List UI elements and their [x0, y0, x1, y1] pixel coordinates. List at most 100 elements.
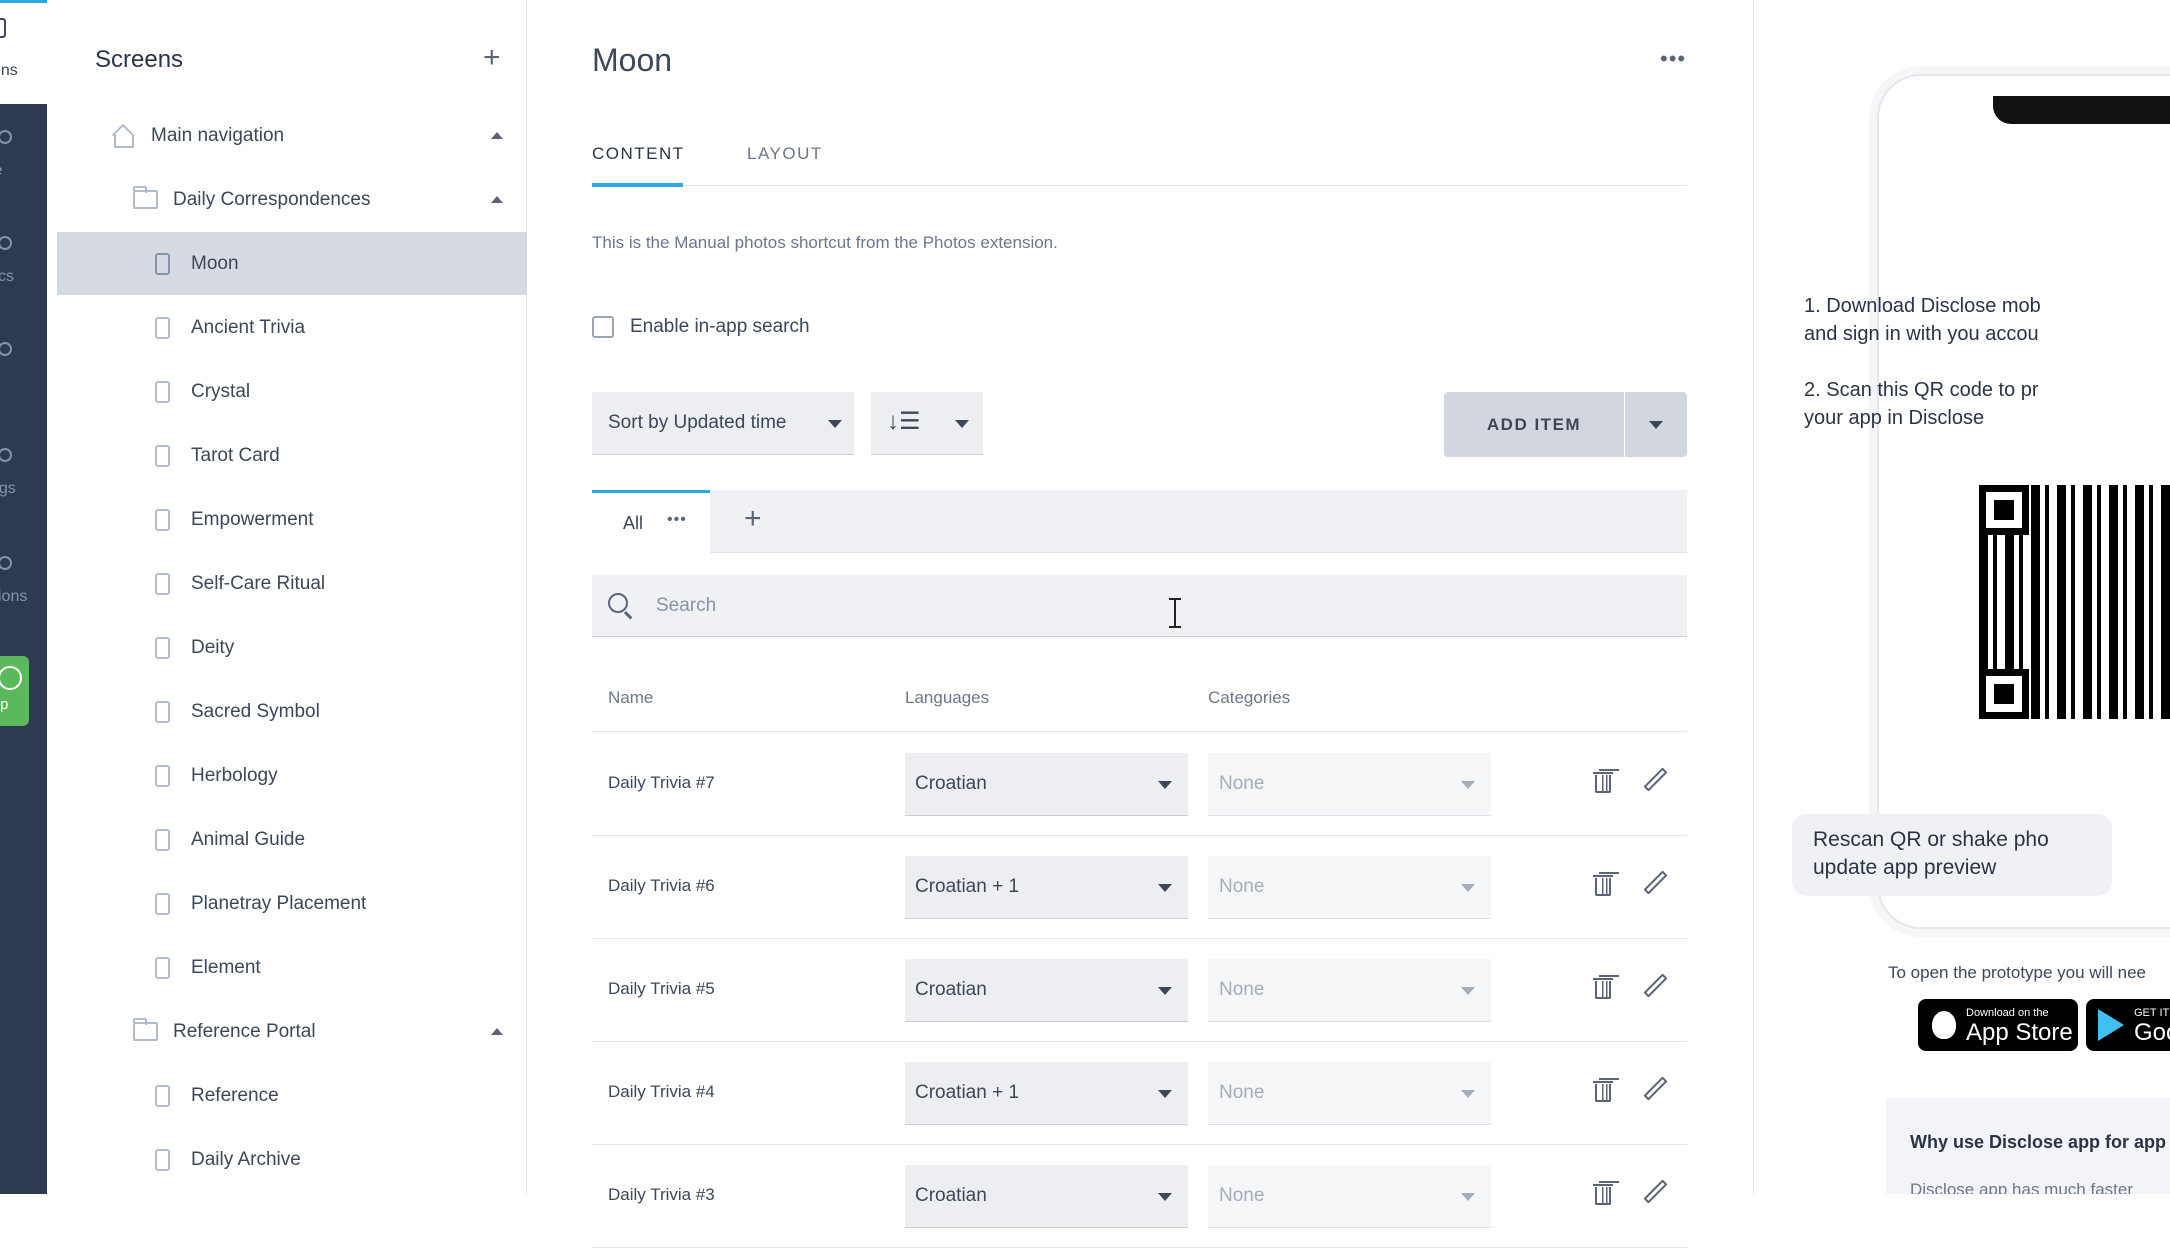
delete-icon[interactable]: [1593, 1078, 1613, 1102]
rescan-line-1: Rescan QR or shake pho: [1813, 828, 2049, 851]
tree-item-crystal[interactable]: Crystal: [57, 360, 527, 423]
tree-item-moon[interactable]: Moon: [57, 232, 527, 295]
delete-icon[interactable]: [1593, 769, 1613, 793]
sort-order-select[interactable]: ↓☰: [871, 392, 983, 455]
filter-tab-options-icon[interactable]: •••: [667, 511, 687, 529]
add-item-button[interactable]: ADD ITEM: [1444, 392, 1624, 457]
category-select[interactable]: None: [1208, 1165, 1491, 1228]
sort-select[interactable]: Sort by Updated time: [592, 392, 854, 455]
tree-item-label: Self-Care Ritual: [191, 572, 326, 594]
search-input[interactable]: [656, 575, 1656, 637]
tree-item-animal-guide[interactable]: Animal Guide: [57, 808, 527, 871]
tab-content[interactable]: CONTENT: [592, 144, 685, 164]
tree-item-daily-archive[interactable]: Daily Archive: [57, 1128, 527, 1191]
table-row[interactable]: Daily Trivia #7 Croatian None: [592, 733, 1687, 836]
table-row[interactable]: Daily Trivia #5 Croatian None: [592, 939, 1687, 1042]
tree-item-label: Planetray Placement: [191, 892, 367, 914]
publish-icon: [0, 342, 12, 356]
edit-icon[interactable]: [1642, 767, 1668, 793]
rail-item-analytics[interactable]: tics: [0, 236, 46, 286]
edit-icon[interactable]: [1642, 870, 1668, 896]
delete-icon[interactable]: [1593, 975, 1613, 999]
delete-icon[interactable]: [1593, 872, 1613, 896]
language-select[interactable]: Croatian: [905, 959, 1188, 1022]
google-play-badge[interactable]: GET IT Goo: [2086, 999, 2170, 1051]
why-title: Why use Disclose app for app: [1910, 1132, 2167, 1152]
tab-layout[interactable]: LAYOUT: [747, 144, 823, 164]
rescan-line-2: update app preview: [1813, 856, 1997, 879]
screen-icon: [155, 956, 170, 979]
category-select[interactable]: None: [1208, 1062, 1491, 1125]
rail-item-publish[interactable]: h: [0, 342, 46, 392]
table-row[interactable]: Daily Trivia #4 Croatian + 1 None: [592, 1042, 1687, 1145]
tree-item-main-navigation[interactable]: Main navigation: [57, 104, 527, 167]
category-value: None: [1219, 1082, 1265, 1103]
collapse-icon[interactable]: [491, 132, 503, 139]
filter-tab-all[interactable]: All •••: [592, 490, 710, 553]
language-select[interactable]: Croatian: [905, 753, 1188, 816]
delete-icon[interactable]: [1593, 1181, 1613, 1205]
app-store-badge[interactable]: Download on the App Store: [1918, 999, 2078, 1051]
rail-item-extensions[interactable]: sions: [0, 556, 46, 606]
item-name: Daily Trivia #3: [608, 1185, 715, 1204]
collapse-icon[interactable]: [491, 196, 503, 203]
screens-icon: [0, 18, 6, 38]
rail-app-button[interactable]: p: [0, 656, 29, 726]
column-header-languages: Languages: [905, 688, 990, 707]
edit-icon[interactable]: [1642, 973, 1668, 999]
apple-icon: [1932, 1011, 1956, 1039]
tree-item-ancient-trivia[interactable]: Ancient Trivia: [57, 296, 527, 359]
style-icon: [0, 130, 12, 144]
screen-icon: [155, 828, 170, 851]
tree-item-herbology[interactable]: Herbology: [57, 744, 527, 807]
step-2-line-1: 2. Scan this QR code to pr: [1804, 379, 2039, 401]
rail-item-settings[interactable]: ngs: [0, 448, 46, 498]
qr-code: [1979, 485, 2170, 719]
tree-item-empowerment[interactable]: Empowerment: [57, 488, 527, 551]
tree-item-reference-portal[interactable]: Reference Portal: [57, 1000, 527, 1063]
rail-item-label: sions: [0, 588, 28, 605]
tree-item-reference[interactable]: Reference: [57, 1064, 527, 1127]
tree-item-label: Daily Correspondences: [173, 188, 371, 210]
language-value: Croatian: [915, 1185, 987, 1206]
chevron-down-icon: [1158, 987, 1172, 995]
app-store-big: App Store: [1966, 1019, 2073, 1046]
tree-item-daily-correspondences[interactable]: Daily Correspondences: [57, 168, 527, 231]
tree-item-deity[interactable]: Deity: [57, 616, 527, 679]
tree-item-label: Ancient Trivia: [191, 316, 306, 338]
tree-item-self-care-ritual[interactable]: Self-Care Ritual: [57, 552, 527, 615]
table-row[interactable]: Daily Trivia #3 Croatian None: [592, 1145, 1687, 1248]
more-options-button[interactable]: •••: [1660, 46, 1686, 72]
language-select[interactable]: Croatian + 1: [905, 856, 1188, 919]
enable-search-row[interactable]: Enable in-app search: [592, 316, 810, 338]
category-select[interactable]: None: [1208, 959, 1491, 1022]
table-row[interactable]: Daily Trivia #6 Croatian + 1 None: [592, 836, 1687, 939]
home-icon: [111, 125, 135, 148]
edit-icon[interactable]: [1642, 1179, 1668, 1205]
edit-icon[interactable]: [1642, 1076, 1668, 1102]
chevron-down-icon: [1158, 884, 1172, 892]
rail-item-label: le: [0, 162, 2, 179]
category-select[interactable]: None: [1208, 856, 1491, 919]
rail-item-screens[interactable]: ens: [0, 0, 47, 104]
chevron-down-icon: [1461, 884, 1475, 892]
item-name: Daily Trivia #4: [608, 1082, 715, 1101]
item-name: Daily Trivia #7: [608, 773, 715, 792]
tree-item-sacred-symbol[interactable]: Sacred Symbol: [57, 680, 527, 743]
add-item-dropdown-button[interactable]: [1625, 392, 1687, 457]
language-select[interactable]: Croatian + 1: [905, 1062, 1188, 1125]
language-select[interactable]: Croatian: [905, 1165, 1188, 1228]
add-filter-tab-button[interactable]: +: [744, 502, 762, 536]
tree-item-planetray-placement[interactable]: Planetray Placement: [57, 872, 527, 935]
tree-item-element[interactable]: Element: [57, 936, 527, 999]
tree-item-label: Crystal: [191, 380, 251, 402]
tree-item-tarot-card[interactable]: Tarot Card: [57, 424, 527, 487]
screen-icon: [155, 572, 170, 595]
column-header-name[interactable]: Name: [608, 688, 653, 708]
add-screen-button[interactable]: +: [483, 43, 501, 73]
collapse-icon[interactable]: [491, 1028, 503, 1035]
rail-item-style[interactable]: le: [0, 130, 46, 180]
category-select[interactable]: None: [1208, 753, 1491, 816]
chevron-down-icon: [1461, 1193, 1475, 1201]
enable-search-checkbox[interactable]: [592, 316, 614, 338]
